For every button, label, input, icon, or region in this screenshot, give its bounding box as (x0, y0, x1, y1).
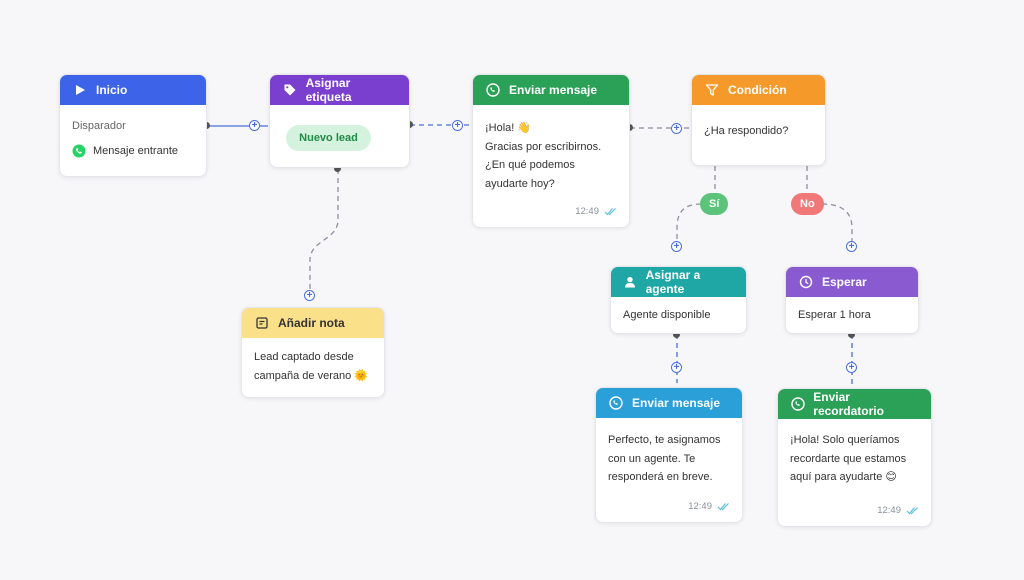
tag-icon (282, 82, 298, 98)
message-line: ayudarte hoy? (485, 177, 555, 190)
agent-value: Agente disponible (623, 309, 711, 321)
whatsapp-icon (608, 395, 624, 411)
message-line: con un agente. Te (608, 452, 696, 465)
node-assign-agent[interactable]: Asignar a agente Agente disponible (610, 266, 747, 334)
wait-value: Esperar 1 hora (798, 309, 871, 321)
message-time: 12:49 (688, 501, 712, 512)
add-step-button[interactable]: + (304, 290, 315, 301)
node-send-message[interactable]: Enviar mensaje ¡Hola! 👋 Gracias por escr… (472, 74, 630, 228)
message-line: ¡Hola! 👋 (485, 122, 532, 134)
whatsapp-icon (790, 396, 805, 412)
note-line: campaña de verano 🌞 (254, 369, 368, 382)
node-send-message[interactable]: Enviar mensaje Perfecto, te asignamos co… (595, 387, 743, 523)
tag-chip[interactable]: Nuevo lead (286, 125, 371, 151)
filter-icon (704, 82, 720, 98)
edge-yes-assign (676, 203, 702, 241)
node-title: Condición (728, 83, 787, 97)
node-wait[interactable]: Esperar Esperar 1 hora (785, 266, 919, 334)
note-icon (254, 315, 270, 331)
node-title: Enviar recordatorio (813, 390, 884, 418)
node-start[interactable]: Inicio Disparador Mensaje entrante (59, 74, 207, 177)
message-line: aquí para ayudarte 😊 (790, 471, 897, 483)
message-line: Gracias por escribirnos. (485, 140, 602, 153)
message-line: recordarte que estamos (790, 452, 907, 465)
node-title: Enviar mensaje (632, 396, 721, 410)
node-assign-tag[interactable]: Asignar etiqueta Nuevo lead (269, 74, 410, 168)
double-check-icon (717, 502, 730, 511)
play-icon (72, 82, 88, 98)
node-title: Esperar (822, 275, 867, 289)
node-condition[interactable]: Condición ¿Ha respondido? (691, 74, 826, 166)
message-time: 12:49 (575, 206, 599, 217)
message-line: ¿En qué podemos (485, 159, 575, 171)
branch-no-pill[interactable]: No (791, 193, 824, 215)
node-add-note[interactable]: Añadir nota Lead captado desde campaña d… (241, 307, 385, 398)
node-title: Inicio (96, 83, 128, 97)
trigger-label: Disparador (72, 120, 126, 132)
add-step-button[interactable]: + (846, 362, 857, 373)
edge-tag-note (309, 169, 339, 296)
message-line: Perfecto, te asignamos (608, 434, 721, 446)
add-step-button[interactable]: + (671, 362, 682, 373)
add-step-button[interactable]: + (846, 241, 857, 252)
node-title: Asignar a agente (645, 268, 701, 296)
branch-yes-pill[interactable]: Sí (700, 193, 729, 215)
add-step-button[interactable]: + (452, 120, 463, 131)
trigger-value: Mensaje entrante (93, 144, 178, 157)
whatsapp-icon (485, 82, 501, 98)
double-check-icon (604, 207, 617, 216)
add-step-button[interactable]: + (249, 120, 260, 131)
message-time: 12:49 (877, 505, 901, 516)
add-step-button[interactable]: + (671, 123, 682, 134)
add-step-button[interactable]: + (671, 241, 682, 252)
condition-question: ¿Ha respondido? (704, 125, 789, 137)
note-line: Lead captado desde (254, 351, 354, 363)
whatsapp-icon (72, 144, 86, 158)
node-title: Asignar etiqueta (305, 76, 352, 104)
message-line: ¡Hola! Solo queríamos (790, 434, 900, 446)
clock-icon (798, 274, 814, 290)
node-title: Enviar mensaje (509, 83, 598, 97)
double-check-icon (906, 506, 919, 515)
edge-no-wait (821, 203, 853, 241)
flow-canvas: + + + + + + + + Sí No Inicio Disparador … (0, 0, 1024, 580)
user-icon (623, 274, 638, 290)
message-line: responderá en breve. (608, 471, 713, 483)
node-title: Añadir nota (278, 316, 345, 330)
node-send-reminder[interactable]: Enviar recordatorio ¡Hola! Solo queríamo… (777, 388, 932, 527)
